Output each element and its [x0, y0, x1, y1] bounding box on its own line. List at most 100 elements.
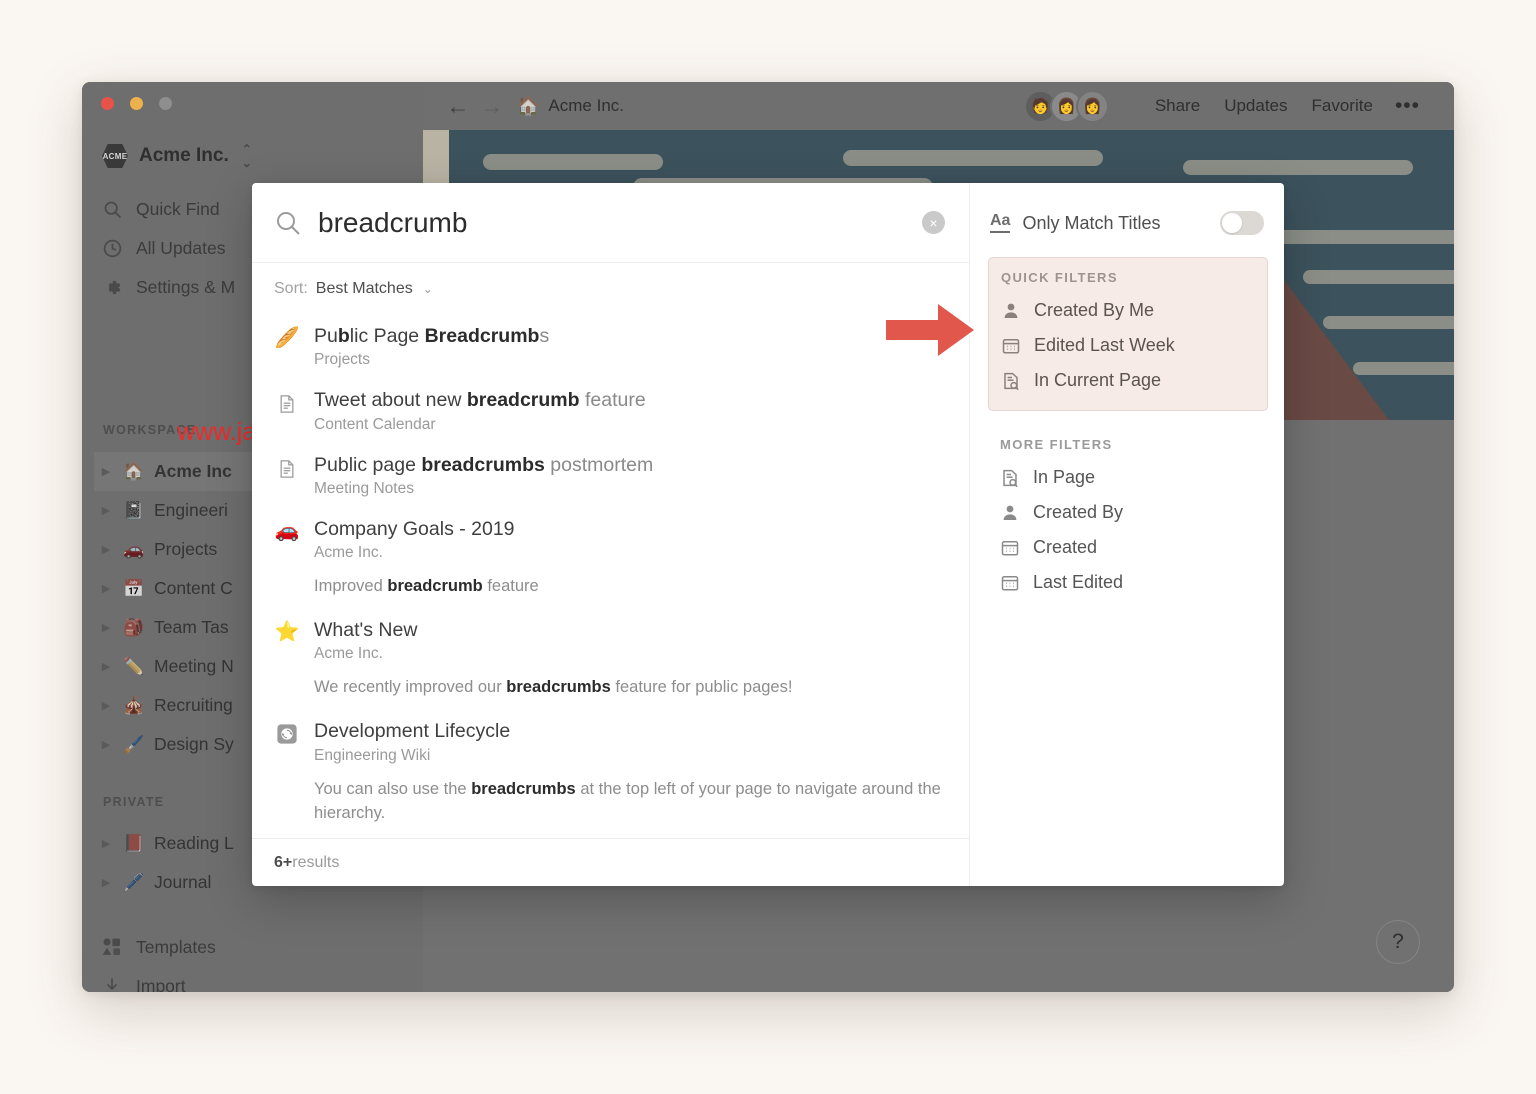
search-result-item[interactable]: Tweet about new breadcrumb feature Conte…: [252, 379, 969, 443]
only-match-titles-label: Only Match Titles: [1022, 213, 1208, 234]
results-count-suffix: results: [292, 854, 339, 872]
sort-value[interactable]: Best Matches: [316, 280, 413, 298]
only-match-titles-toggle[interactable]: [1220, 211, 1264, 235]
search-result-title: Development Lifecycle: [314, 718, 947, 744]
cover-cloud: [1323, 316, 1454, 329]
more-filter-created-by[interactable]: Created By: [1000, 495, 1268, 530]
more-filters-title: MORE FILTERS: [1000, 437, 1268, 452]
cover-cloud: [1263, 230, 1454, 244]
clock-icon: [102, 238, 123, 259]
search-result-title: Company Goals - 2019: [314, 516, 947, 542]
search-filters-pane: Aa Only Match Titles QUICK FILTERS Creat…: [970, 183, 1284, 886]
workspace-logo-icon: ACME: [102, 144, 128, 168]
search-result-snippet: Improved breadcrumb feature: [314, 575, 947, 599]
calendar-icon: [1001, 336, 1021, 356]
page-emoji-icon: 🏠: [122, 462, 146, 482]
sidebar-item-label: All Updates: [136, 238, 226, 259]
disclosure-triangle-icon[interactable]: ▶: [98, 543, 114, 556]
minimize-window-button[interactable]: [130, 97, 143, 110]
workspace-switcher[interactable]: ACME Acme Inc. ⌃⌄: [102, 142, 252, 170]
search-dialog: breadcrumb × Sort: Best Matches ⌄ 🥖 Publ…: [252, 183, 1284, 886]
more-filter-created[interactable]: Created: [1000, 530, 1268, 565]
quick-filter-edited-last-week[interactable]: Edited Last Week: [1001, 328, 1257, 363]
more-filters-group: MORE FILTERS In Page Created By: [988, 437, 1268, 600]
only-match-titles-row[interactable]: Aa Only Match Titles: [988, 199, 1268, 247]
sidebar-item-label: Import: [136, 976, 186, 992]
quick-filter-created-by-me[interactable]: Created By Me: [1001, 293, 1257, 328]
page-search-icon: [1001, 371, 1021, 391]
favorite-button[interactable]: Favorite: [1312, 96, 1373, 116]
avatar[interactable]: 👩: [1076, 90, 1109, 123]
close-window-button[interactable]: [101, 97, 114, 110]
person-icon: [1001, 301, 1021, 321]
disclosure-triangle-icon[interactable]: ▶: [98, 504, 114, 517]
search-icon: [274, 209, 302, 237]
sidebar-item-import[interactable]: Import: [102, 967, 402, 992]
search-input[interactable]: breadcrumb: [318, 207, 922, 239]
more-filter-label: Created By: [1033, 502, 1123, 523]
search-result-item[interactable]: 🥖 Public Page Breadcrumbs Projects: [252, 315, 969, 379]
quick-filter-in-current-page[interactable]: In Current Page: [1001, 363, 1257, 398]
car-emoji-icon: 🚗: [274, 516, 300, 543]
sidebar-page-label: Recruiting: [154, 695, 233, 716]
disclosure-triangle-icon[interactable]: ▶: [98, 660, 114, 673]
gear-icon: [102, 277, 123, 298]
search-result-snippet: We recently improved our breadcrumbs fea…: [314, 676, 947, 700]
sidebar-page-label: Content C: [154, 578, 233, 599]
page-icon: [274, 387, 300, 416]
calendar-icon: [1000, 573, 1020, 593]
more-filter-label: Created: [1033, 537, 1097, 558]
disclosure-triangle-icon[interactable]: ▶: [98, 699, 114, 712]
disclosure-triangle-icon[interactable]: ▶: [98, 621, 114, 634]
cover-cloud: [1183, 160, 1413, 175]
disclosure-triangle-icon[interactable]: ▶: [98, 738, 114, 751]
sidebar-item-label: Settings & M: [136, 277, 235, 298]
help-button[interactable]: ?: [1376, 920, 1420, 964]
quick-filter-label: In Current Page: [1034, 370, 1161, 391]
window-traffic-lights: [101, 97, 172, 110]
cover-cloud: [1303, 270, 1454, 284]
zoom-window-button[interactable]: [159, 97, 172, 110]
share-button[interactable]: Share: [1155, 96, 1200, 116]
sidebar-page-label: Projects: [154, 539, 217, 560]
breadcrumb[interactable]: Acme Inc.: [548, 96, 624, 116]
toggle-knob: [1222, 213, 1242, 233]
sidebar-page-label: Journal: [154, 872, 211, 893]
clear-search-icon[interactable]: ×: [922, 211, 945, 234]
disclosure-triangle-icon[interactable]: ▶: [98, 837, 114, 850]
sidebar-bottom-list: Templates Import: [102, 928, 402, 992]
search-results-pane: breadcrumb × Sort: Best Matches ⌄ 🥖 Publ…: [252, 183, 970, 886]
updates-button[interactable]: Updates: [1224, 96, 1287, 116]
more-filter-last-edited[interactable]: Last Edited: [1000, 565, 1268, 600]
page-emoji-icon: 📅: [122, 579, 146, 599]
results-count-number: 6+: [274, 854, 292, 872]
more-options-icon[interactable]: •••: [1395, 94, 1420, 118]
forward-button[interactable]: →: [475, 93, 509, 120]
chevron-down-icon[interactable]: ⌄: [423, 282, 433, 296]
disclosure-triangle-icon[interactable]: ▶: [98, 465, 114, 478]
sort-control[interactable]: Sort: Best Matches ⌄: [252, 263, 969, 315]
person-icon: [1000, 503, 1020, 523]
search-result-parent: Meeting Notes: [314, 480, 947, 498]
collaborator-avatars: 🧑 👩 👩: [1024, 90, 1109, 123]
more-filter-in-page[interactable]: In Page: [1000, 460, 1268, 495]
disclosure-triangle-icon[interactable]: ▶: [98, 876, 114, 889]
aa-icon: Aa: [990, 213, 1010, 233]
import-icon: [102, 976, 123, 992]
search-result-parent: Acme Inc.: [314, 544, 947, 562]
calendar-icon: [1000, 538, 1020, 558]
sidebar-page-label: Engineeri: [154, 500, 228, 521]
page-emoji-icon: 📕: [122, 834, 146, 854]
search-result-item[interactable]: ⭐ What's New Acme Inc. We recently impro…: [252, 609, 969, 710]
disclosure-triangle-icon[interactable]: ▶: [98, 582, 114, 595]
search-result-item[interactable]: Public page breadcrumbs postmortem Meeti…: [252, 444, 969, 508]
cover-cloud: [843, 150, 1103, 166]
sidebar-item-templates[interactable]: Templates: [102, 928, 402, 967]
search-result-item[interactable]: Development Lifecycle Engineering Wiki Y…: [252, 710, 969, 835]
back-button[interactable]: ←: [441, 93, 475, 120]
page-emoji-icon: 📓: [122, 501, 146, 521]
chevron-updown-icon: ⌃⌄: [242, 142, 252, 170]
page-emoji-icon: 🖊️: [122, 873, 146, 893]
search-result-snippet: You can also use the breadcrumbs at the …: [314, 778, 947, 826]
search-result-item[interactable]: 🚗 Company Goals - 2019 Acme Inc. Improve…: [252, 508, 969, 609]
